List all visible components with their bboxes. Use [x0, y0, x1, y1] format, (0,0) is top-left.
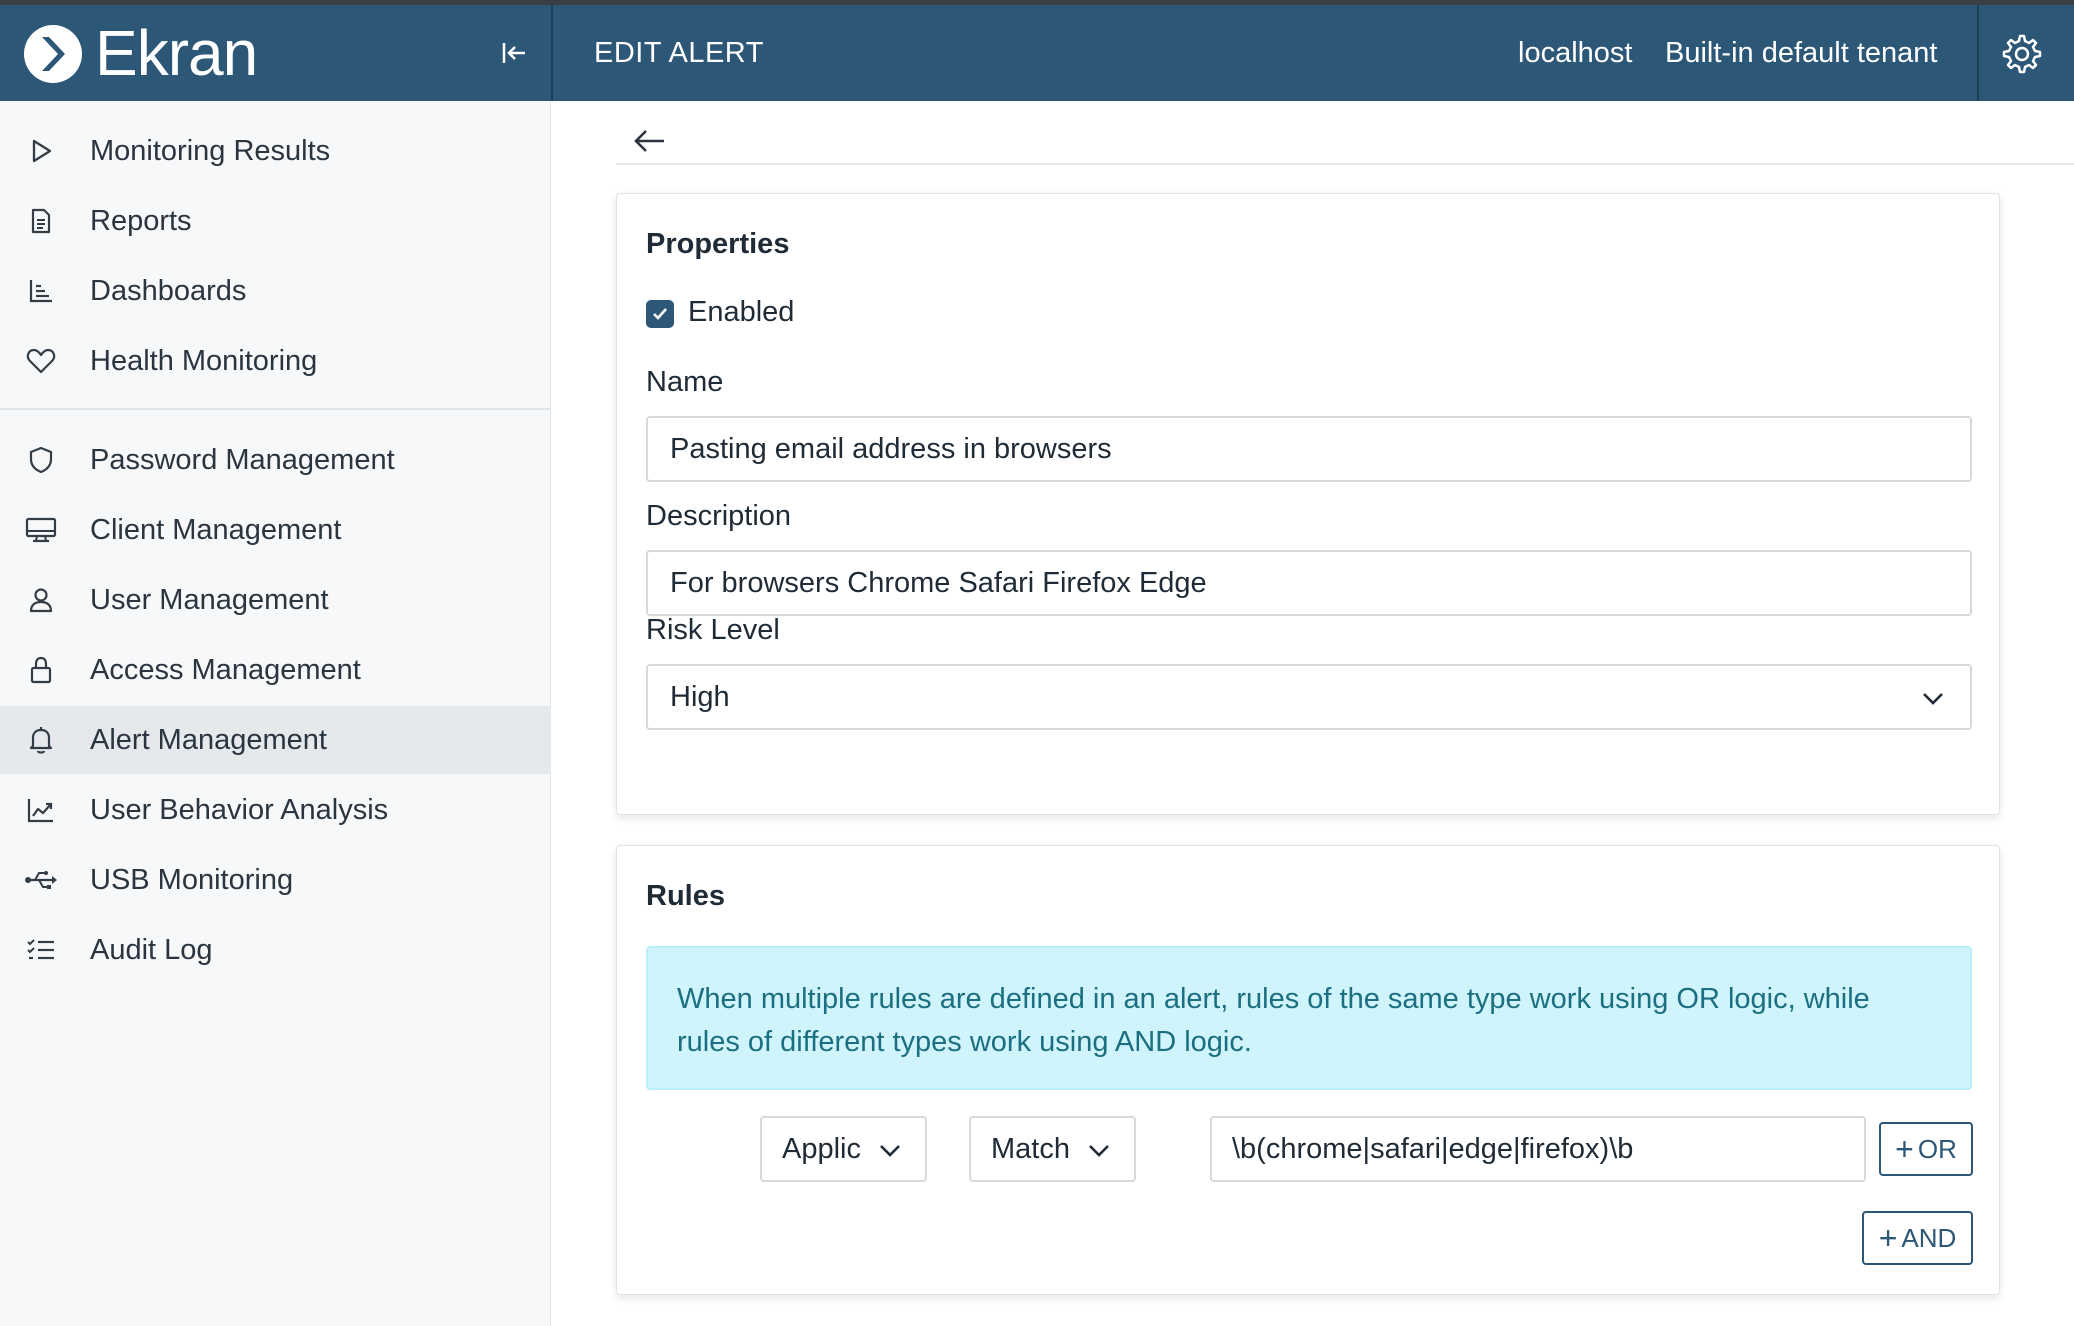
- sidebar-divider: [0, 408, 551, 410]
- properties-card: Properties Enabled Name Description Risk…: [616, 193, 2000, 815]
- risk-level-value: High: [670, 681, 730, 713]
- rule-value-input[interactable]: [1210, 1116, 1866, 1182]
- rule-operator-value: Match: [991, 1133, 1070, 1165]
- rules-info-text: When multiple rules are defined in an al…: [677, 983, 1870, 1058]
- trend-icon: [24, 793, 58, 827]
- add-or-button[interactable]: + OR: [1879, 1122, 1973, 1176]
- enabled-label: Enabled: [688, 296, 795, 328]
- sidebar-item-user-behavior-analysis[interactable]: User Behavior Analysis: [0, 776, 551, 844]
- page-title: EDIT ALERT: [594, 37, 764, 69]
- sidebar-item-reports[interactable]: Reports: [0, 187, 551, 255]
- chevron-down-icon: [1923, 693, 1943, 705]
- sidebar-item-user-management[interactable]: User Management: [0, 566, 551, 634]
- sidebar-item-label: Alert Management: [90, 723, 327, 756]
- sidebar-item-usb-monitoring[interactable]: USB Monitoring: [0, 846, 551, 914]
- risk-level-label: Risk Level: [646, 614, 780, 646]
- chevron-down-icon: [880, 1145, 900, 1157]
- play-icon: [24, 134, 58, 168]
- header-divider: [551, 5, 553, 101]
- enabled-checkbox[interactable]: [646, 300, 674, 328]
- risk-level-select[interactable]: High: [646, 664, 1972, 730]
- rules-card: Rules When multiple rules are defined in…: [616, 845, 2000, 1295]
- sidebar-item-label: Health Monitoring: [90, 344, 318, 377]
- back-arrow-icon[interactable]: [628, 119, 672, 163]
- lock-icon: [24, 653, 58, 687]
- sidebar-item-label: Access Management: [90, 653, 361, 686]
- rule-field-select[interactable]: Applic: [760, 1116, 927, 1182]
- rule-operator-select[interactable]: Match: [969, 1116, 1136, 1182]
- or-label: OR: [1917, 1133, 1957, 1164]
- collapse-sidebar-button[interactable]: [496, 35, 532, 71]
- brand: Ekran: [0, 5, 551, 101]
- rule-field-value: Applic: [782, 1133, 861, 1165]
- sidebar-item-label: User Behavior Analysis: [90, 793, 389, 826]
- list-icon: [24, 933, 58, 967]
- main-content: Properties Enabled Name Description Risk…: [552, 101, 2074, 1326]
- rules-title: Rules: [646, 880, 725, 912]
- chevron-down-icon: [1089, 1145, 1109, 1157]
- check-icon: [653, 308, 667, 320]
- app-header: Ekran EDIT ALERT localhost Built-in defa…: [0, 5, 2074, 101]
- description-input[interactable]: [646, 550, 1972, 616]
- name-input[interactable]: [646, 416, 1972, 482]
- plus-icon: +: [1878, 1220, 1898, 1256]
- sidebar-item-label: User Management: [90, 583, 329, 616]
- collapse-left-icon: [502, 43, 525, 63]
- sidebar-item-label: Dashboards: [90, 274, 247, 307]
- gear-icon[interactable]: [2000, 32, 2044, 76]
- sidebar-item-label: Client Management: [90, 513, 342, 546]
- sidebar-item-alert-management[interactable]: Alert Management: [0, 706, 551, 774]
- shield-icon: [24, 443, 58, 477]
- and-label: AND: [1901, 1222, 1957, 1253]
- sidebar-item-client-management[interactable]: Client Management: [0, 496, 551, 564]
- plus-icon: +: [1895, 1131, 1914, 1167]
- add-and-button[interactable]: + AND: [1862, 1211, 1973, 1265]
- sidebar-item-health-monitoring[interactable]: Health Monitoring: [0, 327, 551, 395]
- chart-icon: [24, 274, 58, 308]
- bell-icon: [24, 723, 58, 757]
- document-icon: [24, 204, 58, 238]
- sidebar-item-label: USB Monitoring: [90, 863, 294, 896]
- tenant-link[interactable]: Built-in default tenant: [1665, 5, 1937, 101]
- brand-name: Ekran: [95, 17, 258, 89]
- sidebar-item-label: Reports: [90, 204, 192, 237]
- usb-icon: [24, 863, 58, 897]
- header-divider: [1977, 5, 1979, 101]
- name-label: Name: [646, 366, 724, 398]
- user-icon: [24, 583, 58, 617]
- sidebar: Monitoring Results Reports Dashboards He…: [0, 101, 551, 1326]
- monitor-icon: [24, 513, 58, 547]
- rules-info-alert: When multiple rules are defined in an al…: [646, 946, 1972, 1090]
- heart-icon: [24, 344, 58, 378]
- sidebar-item-access-management[interactable]: Access Management: [0, 636, 551, 704]
- sidebar-item-password-management[interactable]: Password Management: [0, 426, 551, 494]
- sidebar-item-label: Monitoring Results: [90, 134, 331, 167]
- sidebar-item-audit-log[interactable]: Audit Log: [0, 916, 551, 984]
- sidebar-item-dashboards[interactable]: Dashboards: [0, 257, 551, 325]
- description-label: Description: [646, 500, 792, 532]
- host-link[interactable]: localhost: [1518, 5, 1632, 101]
- properties-title: Properties: [646, 228, 790, 260]
- sidebar-item-label: Audit Log: [90, 933, 213, 966]
- sidebar-item-monitoring-results[interactable]: Monitoring Results: [0, 117, 551, 185]
- sidebar-item-label: Password Management: [90, 443, 395, 476]
- ekran-logo-icon: [24, 25, 82, 83]
- toolbar-divider: [616, 163, 2074, 165]
